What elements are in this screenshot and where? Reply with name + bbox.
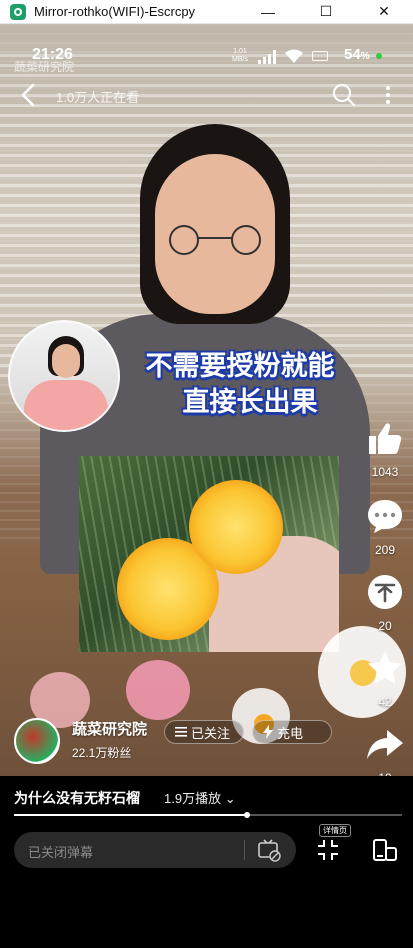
video-caption-overlay: 不需要授粉就能 直接长出果 — [120, 349, 360, 421]
maximize-button[interactable]: ☐ — [297, 0, 355, 24]
danmu-input-bar[interactable]: 已关闭弹幕 — [14, 832, 296, 868]
progress-fill — [14, 814, 247, 816]
share-arrow-icon[interactable] — [365, 724, 405, 764]
caption-line-2: 直接长出果 — [182, 387, 318, 418]
dislike-action[interactable]: 20 — [358, 572, 412, 633]
follow-button[interactable]: 已关注 — [164, 720, 244, 744]
danmu-toggle-icon[interactable] — [256, 837, 282, 863]
battery-percentage: 54% — [344, 46, 370, 63]
dislike-icon[interactable] — [365, 572, 405, 612]
wifi-icon — [285, 49, 303, 63]
more-options-icon[interactable] — [382, 84, 394, 106]
app-window: Mirror-rothko(WIFI)-Escrcpy — ☐ ✕ 21:26 … — [0, 0, 413, 948]
channel-watermark: 蔬菜研究院 — [14, 60, 75, 74]
chevron-down-icon: ⌄ — [224, 791, 236, 806]
charge-label: 充电 — [277, 725, 304, 741]
video-title[interactable]: 为什么没有无籽石榴 — [14, 788, 140, 808]
battery-icon — [312, 51, 328, 61]
like-action[interactable]: 1043 — [358, 418, 412, 479]
caption-line-1: 不需要授粉就能 — [145, 351, 335, 382]
detail-page-tag: 详情页 — [319, 824, 351, 837]
play-count-dropdown[interactable]: 1.9万播放 ⌄ — [164, 788, 236, 807]
status-dot — [376, 53, 382, 59]
like-count: 1043 — [371, 465, 399, 479]
author-avatar[interactable] — [14, 718, 60, 764]
picture-in-picture-presenter — [8, 320, 120, 432]
thumbs-up-icon[interactable] — [365, 418, 405, 458]
author-name[interactable]: 蔬菜研究院 — [72, 718, 147, 739]
video-info-panel: 为什么没有无籽石榴 1.9万播放 ⌄ 已关闭弹幕 详情页 — [0, 776, 413, 948]
window-titlebar: Mirror-rothko(WIFI)-Escrcpy — ☐ ✕ — [0, 0, 413, 24]
phone-status-bar: 21:26 蔬菜研究院 1.01 MB/s 54% — [0, 46, 413, 74]
author-row: 蔬菜研究院 22.1万粉丝 已关注 充电 — [14, 718, 354, 766]
comment-bubble-icon[interactable] — [365, 496, 405, 536]
video-top-nav: 1.0万人正在看 — [0, 82, 413, 108]
close-button[interactable]: ✕ — [355, 0, 413, 24]
presenter-glasses — [169, 225, 261, 255]
escrcpy-app-icon — [10, 3, 26, 20]
favorite-count: 42 — [378, 695, 392, 709]
comment-count: 209 — [374, 543, 396, 557]
minimize-button[interactable]: — — [239, 0, 297, 24]
follow-label: 已关注 — [191, 725, 231, 741]
playback-progress-bar[interactable] — [14, 812, 402, 818]
author-fans: 22.1万粉丝 — [72, 746, 132, 760]
progress-knob[interactable] — [243, 812, 250, 818]
search-icon[interactable] — [332, 82, 356, 108]
decorative-flower — [126, 660, 190, 720]
network-speed: 1.01 MB/s — [232, 48, 248, 63]
orange-half-right — [189, 480, 283, 574]
lightning-icon — [263, 725, 273, 739]
danmu-divider — [244, 840, 245, 860]
share-action[interactable]: 19 — [358, 724, 412, 776]
danmu-placeholder: 已关闭弹幕 — [28, 845, 94, 860]
charge-button[interactable]: 充电 — [252, 720, 332, 744]
live-viewers-count: 1.0万人正在看 — [56, 90, 140, 105]
window-title: Mirror-rothko(WIFI)-Escrcpy — [34, 4, 196, 19]
back-arrow-icon[interactable] — [18, 82, 40, 108]
orange-photo-overlay — [79, 456, 339, 652]
screen-rotate-icon[interactable] — [372, 838, 398, 862]
video-player[interactable]: 21:26 蔬菜研究院 1.01 MB/s 54% 1.0万人正在看 不需要授粉… — [0, 24, 413, 776]
menu-lines-icon — [175, 727, 187, 737]
dislike-count: 20 — [378, 619, 392, 633]
comment-action[interactable]: 209 — [358, 496, 412, 557]
star-favorite-icon[interactable] — [365, 648, 405, 688]
signal-icon — [258, 50, 276, 64]
exit-fullscreen-icon[interactable] — [316, 838, 340, 862]
favorite-action[interactable]: 42 — [358, 648, 412, 709]
